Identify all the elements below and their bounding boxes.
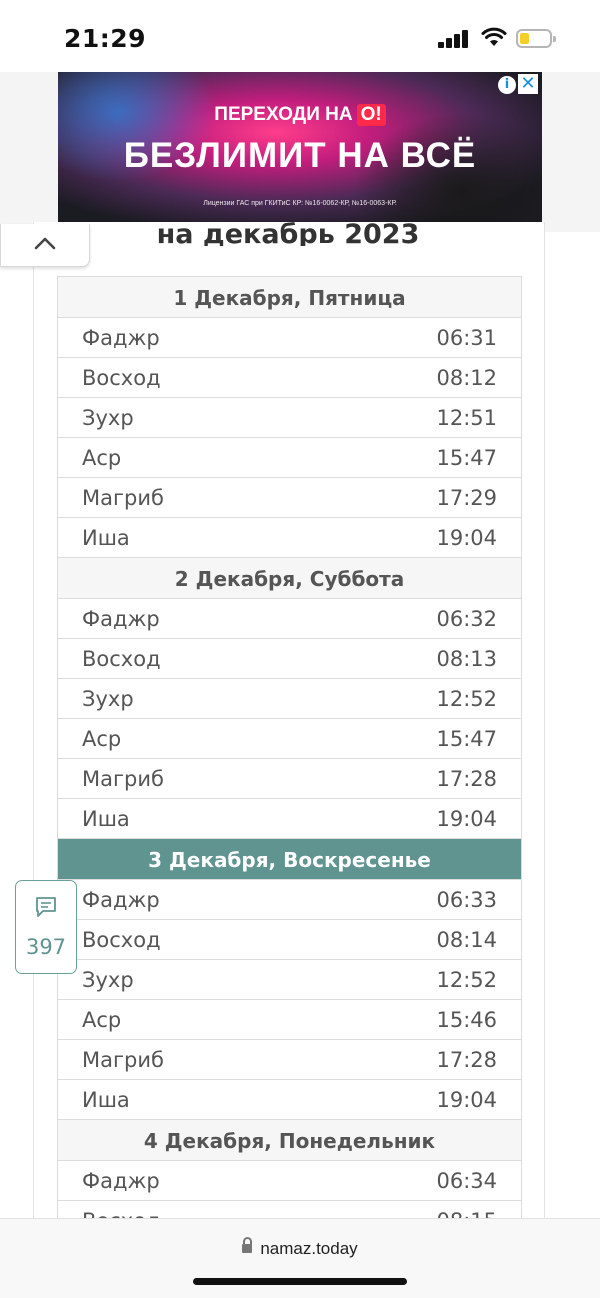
browser-address-bar[interactable]: namaz.today — [0, 1218, 600, 1298]
prayer-row: Фаджр 06:33 — [58, 880, 521, 920]
prayer-name: Фаджр — [82, 607, 160, 631]
prayer-name: Зухр — [82, 406, 134, 430]
prayer-time: 15:47 — [436, 727, 497, 751]
prayer-row: Магриб 17:29 — [58, 478, 521, 518]
prayer-row: Магриб 17:28 — [58, 759, 521, 799]
prayer-row: Зухр 12:52 — [58, 679, 521, 719]
day-header: 2 Декабря, Суббота — [58, 558, 521, 599]
prayer-time: 08:13 — [436, 647, 497, 671]
day-header: 3 Декабря, Воскресенье — [58, 839, 521, 880]
prayer-time: 19:04 — [436, 1088, 497, 1112]
status-time: 21:29 — [64, 24, 147, 53]
battery-icon — [516, 29, 556, 48]
prayer-time: 06:31 — [436, 326, 497, 350]
prayer-times-table: 1 Декабря, Пятница Фаджр 06:31 Восход 08:12 З… — [57, 276, 522, 1241]
prayer-row: Восход 08:14 — [58, 920, 521, 960]
day-header: 1 Декабря, Пятница — [58, 277, 521, 318]
prayer-name: Магриб — [82, 767, 164, 791]
ad-legal-text: Лицензии ГАС при ГКИТиС КР: №16-0062-КР,… — [203, 200, 397, 207]
wifi-icon — [481, 27, 507, 46]
prayer-time: 06:34 — [436, 1169, 497, 1193]
prayer-row: Иша 19:04 — [58, 1080, 521, 1120]
prayer-time: 08:12 — [436, 366, 497, 390]
comments-button[interactable]: 397 — [15, 880, 77, 974]
prayer-row: Иша 19:04 — [58, 518, 521, 558]
ad-close-icon[interactable]: ✕ — [518, 74, 538, 94]
collapse-ad-button[interactable] — [0, 224, 90, 267]
prayer-name: Восход — [82, 647, 161, 671]
prayer-time: 17:28 — [436, 767, 497, 791]
prayer-name: Фаджр — [82, 326, 160, 350]
status-bar: 21:29 — [0, 0, 600, 72]
prayer-row: Магриб 17:28 — [58, 1040, 521, 1080]
prayer-name: Иша — [82, 526, 130, 550]
prayer-name: Аср — [82, 446, 122, 470]
prayer-time: 19:04 — [436, 526, 497, 550]
page-title: на декабрь 2023 — [156, 219, 420, 246]
cellular-signal-icon — [438, 30, 470, 48]
comment-icon — [36, 897, 56, 917]
prayer-time: 17:28 — [436, 1048, 497, 1072]
prayer-row: Восход 08:13 — [58, 639, 521, 679]
prayer-row: Фаджр 06:31 — [58, 318, 521, 358]
prayer-name: Аср — [82, 727, 122, 751]
prayer-name: Восход — [82, 366, 161, 390]
prayer-time: 17:29 — [436, 486, 497, 510]
prayer-row: Аср 15:47 — [58, 719, 521, 759]
url-display[interactable]: namaz.today — [0, 1237, 600, 1259]
prayer-name: Аср — [82, 1008, 122, 1032]
prayer-time: 06:32 — [436, 607, 497, 631]
prayer-time: 15:46 — [436, 1008, 497, 1032]
ad-logo: O! — [356, 104, 386, 126]
day-header: 4 Декабря, Понедельник — [58, 1120, 521, 1161]
ad-headline-text: ПЕРЕХОДИ НА — [214, 104, 353, 125]
prayer-time: 08:14 — [436, 928, 497, 952]
prayer-time: 19:04 — [436, 807, 497, 831]
prayer-name: Иша — [82, 807, 130, 831]
comments-count: 397 — [25, 935, 67, 959]
ad-headline: ПЕРЕХОДИ НА O! — [58, 104, 542, 126]
prayer-name: Фаджр — [82, 888, 160, 912]
prayer-time: 12:52 — [436, 968, 497, 992]
ad-info-icon[interactable]: i — [498, 76, 516, 94]
prayer-row: Аср 15:46 — [58, 1000, 521, 1040]
ad-bar: ПЕРЕХОДИ НА O! БЕЗЛИМИТ НА ВСЁ Лицензии Г… — [0, 72, 600, 232]
prayer-row: Фаджр 06:32 — [58, 599, 521, 639]
prayer-row: Зухр 12:52 — [58, 960, 521, 1000]
prayer-row: Зухр 12:51 — [58, 398, 521, 438]
prayer-time: 06:33 — [436, 888, 497, 912]
prayer-row: Фаджр 06:34 — [58, 1161, 521, 1201]
ad-banner[interactable]: ПЕРЕХОДИ НА O! БЕЗЛИМИТ НА ВСЁ Лицензии Г… — [58, 72, 542, 222]
prayer-row: Иша 19:04 — [58, 799, 521, 839]
ad-slogan: БЕЗЛИМИТ НА ВСЁ — [123, 136, 477, 175]
url-text: namaz.today — [260, 1239, 358, 1258]
prayer-row: Восход 08:12 — [58, 358, 521, 398]
prayer-row: Аср 15:47 — [58, 438, 521, 478]
prayer-name: Фаджр — [82, 1169, 160, 1193]
prayer-name: Зухр — [82, 968, 134, 992]
prayer-name: Зухр — [82, 687, 134, 711]
prayer-time: 12:52 — [436, 687, 497, 711]
prayer-name: Магриб — [82, 1048, 164, 1072]
prayer-time: 12:51 — [436, 406, 497, 430]
prayer-name: Магриб — [82, 486, 164, 510]
prayer-name: Иша — [82, 1088, 130, 1112]
prayer-time: 15:47 — [436, 446, 497, 470]
prayer-name: Восход — [82, 928, 161, 952]
chevron-up-icon — [34, 237, 56, 250]
lock-icon — [242, 1237, 253, 1254]
home-indicator[interactable] — [193, 1278, 407, 1285]
